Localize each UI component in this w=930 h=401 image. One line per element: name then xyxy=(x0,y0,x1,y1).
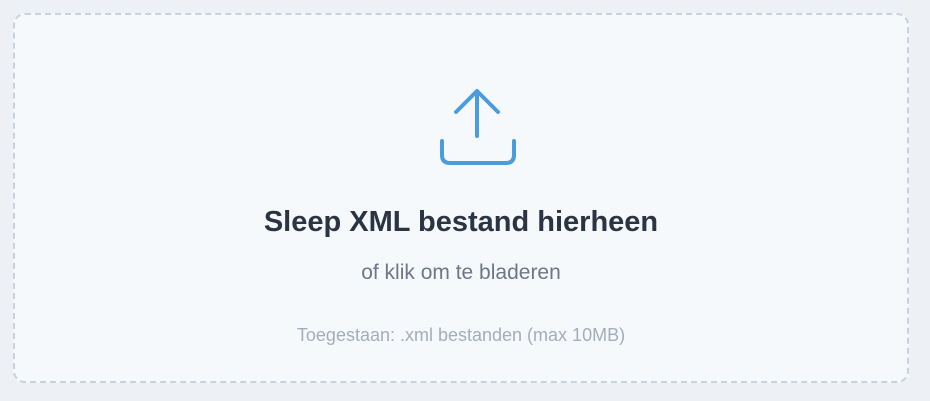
upload-icon xyxy=(439,87,517,167)
allowed-files-hint: Toegestaan: .xml bestanden (max 10MB) xyxy=(296,325,626,345)
file-dropzone[interactable]: Sleep XML bestand hierheen of klik om te… xyxy=(13,13,909,383)
browse-prompt: of klik om te bladeren xyxy=(361,261,561,284)
dropzone-title: Sleep XML bestand hierheen xyxy=(263,206,659,238)
page: Sleep XML bestand hierheen of klik om te… xyxy=(0,0,930,401)
